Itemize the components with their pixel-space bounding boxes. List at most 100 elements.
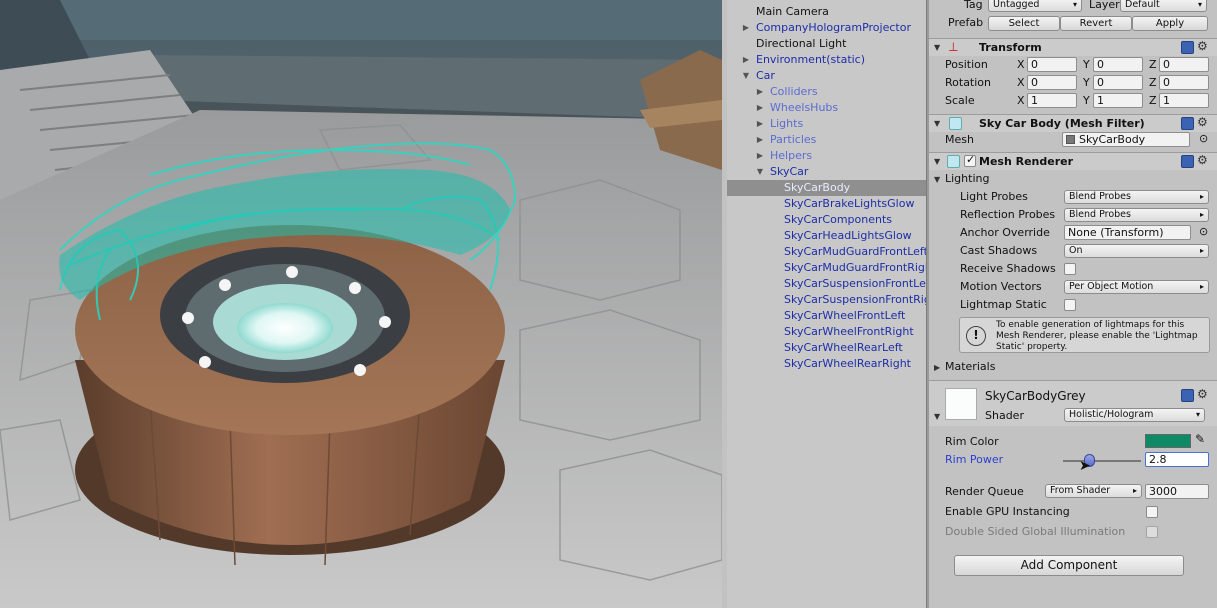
gpu-instancing-checkbox[interactable] [1146,506,1158,518]
axis-x-label[interactable]: X [1017,94,1025,107]
fold-right-icon[interactable]: ▶ [934,363,940,372]
receive-shadows-label: Receive Shadows [960,262,1056,275]
transform-scale-y-field[interactable]: 1 [1093,93,1143,108]
fold-right-icon[interactable]: ▶ [741,20,751,36]
light-probes-dropdown[interactable]: Blend Probes ▸ [1064,190,1209,204]
hierarchy-item[interactable]: SkyCarWheelRearLeft [727,340,926,356]
gear-icon[interactable]: ⚙ [1197,154,1208,166]
help-book-icon[interactable] [1181,389,1194,402]
lightmap-static-checkbox[interactable] [1064,299,1076,311]
fold-right-icon[interactable]: ▶ [755,132,765,148]
hierarchy-item[interactable]: SkyCarBody [727,180,926,196]
hierarchy-item[interactable]: SkyCarHeadLightsGlow [727,228,926,244]
rim-color-swatch[interactable] [1145,434,1191,448]
scene-view[interactable] [0,0,722,608]
hierarchy-item[interactable]: Directional Light [727,36,926,52]
hierarchy-item[interactable]: SkyCarBrakeLightsGlow [727,196,926,212]
hierarchy-item[interactable]: ▼ SkyCar [727,164,926,180]
hierarchy-item[interactable]: ▶ Colliders [727,84,926,100]
hierarchy-item[interactable]: ▼ Car [727,68,926,84]
rim-power-slider-track[interactable] [1063,460,1141,462]
axis-y-label[interactable]: Y [1083,94,1090,107]
hierarchy-item[interactable]: SkyCarMudGuardFrontRight [727,260,926,276]
fold-right-icon[interactable]: ▶ [755,84,765,100]
gear-icon[interactable]: ⚙ [1197,116,1208,128]
prefab-revert-button[interactable]: Revert [1060,16,1132,31]
help-book-icon[interactable] [1181,155,1194,168]
motion-vectors-dropdown[interactable]: Per Object Motion ▸ [1064,280,1209,294]
fold-down-icon[interactable]: ▼ [934,412,940,421]
lightmap-info-box: ! To enable generation of lightmaps for … [959,317,1210,353]
hierarchy-item[interactable]: SkyCarSuspensionFrontLeft [727,276,926,292]
hierarchy-item[interactable]: SkyCarMudGuardFrontLeft [727,244,926,260]
axis-z-label[interactable]: Z [1149,76,1157,89]
hierarchy-item[interactable]: ▶ CompanyHologramProjector [727,20,926,36]
prefab-select-button[interactable]: Select [988,16,1060,31]
transform-rotation-x-field[interactable]: 0 [1027,75,1077,90]
fold-down-icon[interactable]: ▼ [755,164,765,180]
rim-power-field[interactable]: 2.8 [1145,452,1209,467]
tag-dropdown[interactable]: Untagged ▾ [988,0,1082,12]
transform-position-z-field[interactable]: 0 [1159,57,1209,72]
transform-scale-z-field[interactable]: 1 [1159,93,1209,108]
transform-position-x-field[interactable]: 0 [1027,57,1077,72]
axis-z-label[interactable]: Z [1149,94,1157,107]
render-queue-mode-dropdown[interactable]: From Shader ▸ [1045,484,1142,498]
axis-y-label[interactable]: Y [1083,76,1090,89]
mesh-renderer-enabled-checkbox[interactable] [964,153,976,167]
hierarchy-panel[interactable]: Main Camera ▶ CompanyHologramProjector Dire… [727,0,926,608]
hierarchy-item[interactable]: ▶ Helpers [727,148,926,164]
prefab-apply-button[interactable]: Apply [1132,16,1208,31]
transform-rotation-y-field[interactable]: 0 [1093,75,1143,90]
gear-icon[interactable]: ⚙ [1197,388,1208,400]
layer-dropdown[interactable]: Default ▾ [1120,0,1207,12]
help-book-icon[interactable] [1181,41,1194,54]
fold-down-icon[interactable]: ▼ [934,119,940,128]
axis-y-label[interactable]: Y [1083,58,1090,71]
fold-down-icon[interactable]: ▼ [934,43,940,52]
fold-right-icon[interactable]: ▶ [755,100,765,116]
axis-z-label[interactable]: Z [1149,58,1157,71]
anchor-override-field[interactable]: None (Transform) [1064,225,1191,240]
hierarchy-item[interactable]: ▶ Particles [727,132,926,148]
shader-dropdown[interactable]: Holistic/Hologram ▾ [1064,408,1205,422]
object-picker-icon[interactable]: ⊙ [1199,225,1208,238]
fold-right-icon[interactable]: ▶ [755,116,765,132]
reflection-probes-label: Reflection Probes [960,208,1056,221]
eyedropper-icon[interactable]: ✎ [1195,432,1205,446]
add-component-button[interactable]: Add Component [954,555,1184,576]
motion-vectors-value: Per Object Motion [1069,281,1154,292]
scene-viewport[interactable] [0,0,722,608]
axis-x-label[interactable]: X [1017,58,1025,71]
inspector-panel[interactable]: Tag Untagged ▾ Layer Default ▾ Prefab Sele… [929,0,1217,608]
receive-shadows-checkbox[interactable] [1064,263,1076,275]
gear-icon[interactable]: ⚙ [1197,40,1208,52]
transform-header[interactable] [929,38,1217,56]
transform-position-y-field[interactable]: 0 [1093,57,1143,72]
lighting-label[interactable]: Lighting [945,172,989,185]
transform-rotation-z-field[interactable]: 0 [1159,75,1209,90]
hierarchy-item[interactable]: SkyCarWheelFrontLeft [727,308,926,324]
fold-down-icon[interactable]: ▼ [934,157,940,166]
render-queue-field[interactable]: 3000 [1145,484,1209,499]
fold-right-icon[interactable]: ▶ [755,148,765,164]
mesh-field[interactable]: SkyCarBody [1062,132,1190,147]
hierarchy-item[interactable]: SkyCarSuspensionFrontRight [727,292,926,308]
axis-x-label[interactable]: X [1017,76,1025,89]
fold-right-icon[interactable]: ▶ [741,52,751,68]
materials-label[interactable]: Materials [945,360,995,373]
hierarchy-item[interactable]: SkyCarComponents [727,212,926,228]
hierarchy-item[interactable]: ▶ WheelsHubs [727,100,926,116]
hierarchy-item[interactable]: SkyCarWheelRearRight [727,356,926,372]
hierarchy-item[interactable]: ▶ Lights [727,116,926,132]
hierarchy-item[interactable]: SkyCarWheelFrontRight [727,324,926,340]
transform-scale-x-field[interactable]: 1 [1027,93,1077,108]
reflection-probes-dropdown[interactable]: Blend Probes ▸ [1064,208,1209,222]
cast-shadows-dropdown[interactable]: On ▸ [1064,244,1209,258]
help-book-icon[interactable] [1181,117,1194,130]
hierarchy-item[interactable]: ▶ Environment(static) [727,52,926,68]
fold-down-icon[interactable]: ▼ [741,68,751,84]
object-picker-icon[interactable]: ⊙ [1199,132,1208,145]
hierarchy-item[interactable]: Main Camera [727,4,926,20]
fold-down-icon[interactable]: ▼ [934,175,940,184]
